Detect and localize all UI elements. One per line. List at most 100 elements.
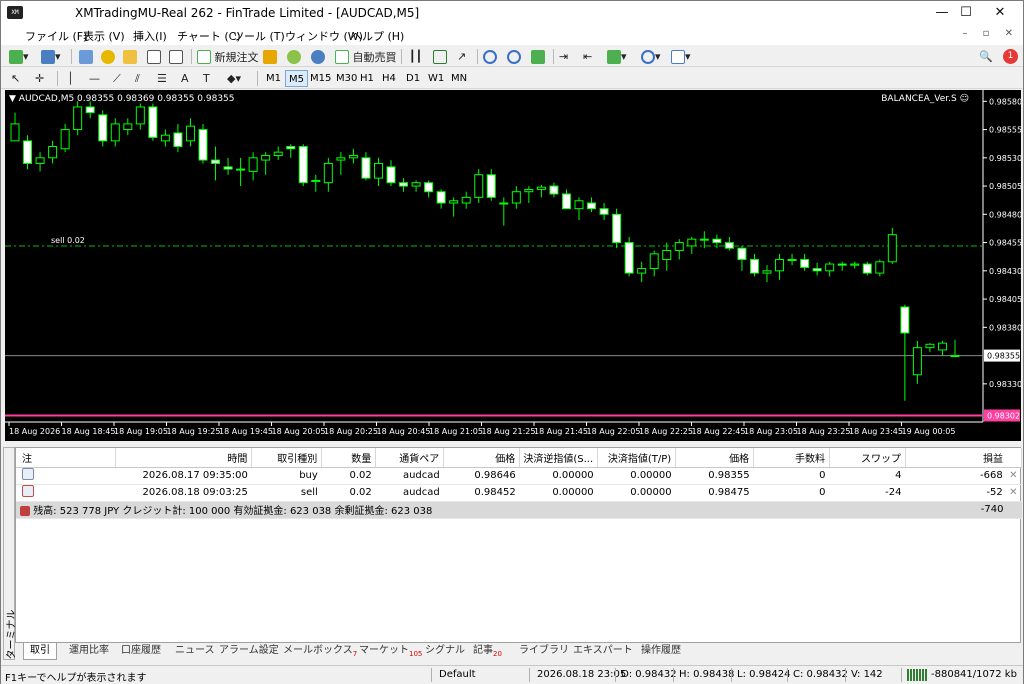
timeframe-h1[interactable]: H1 bbox=[357, 70, 377, 87]
close-order-icon[interactable]: ✕ bbox=[1009, 487, 1017, 498]
auto-trade-button[interactable]: 自動売買 bbox=[335, 48, 397, 65]
candlestick-icon[interactable] bbox=[433, 48, 447, 65]
horizontal-line-icon[interactable]: — bbox=[89, 70, 100, 87]
col-commission[interactable]: 手数料 bbox=[753, 448, 831, 468]
timeframe-h4[interactable]: H4 bbox=[379, 70, 399, 87]
col-cur-price[interactable]: 価格 bbox=[675, 448, 755, 468]
candle-body bbox=[123, 123, 133, 131]
bar-chart-icon[interactable]: ┃┃ bbox=[409, 48, 422, 65]
zoom-out-icon[interactable] bbox=[507, 48, 521, 65]
candle-body bbox=[587, 202, 597, 210]
candle-body bbox=[612, 213, 622, 244]
search-icon[interactable]: 🔍 bbox=[979, 48, 993, 65]
menu-help[interactable]: ヘルプ (H) bbox=[351, 28, 404, 44]
close-order-icon[interactable]: ✕ bbox=[1009, 470, 1017, 481]
tab-alerts[interactable]: アラーム設定 bbox=[213, 643, 285, 660]
tab-journal[interactable]: 操作履歴 bbox=[635, 643, 687, 660]
table-row[interactable]: 2026.08.17 09:35:00 buy 0.02 audcad 0.98… bbox=[16, 467, 1022, 485]
new-chart-icon[interactable]: ▾ bbox=[9, 48, 29, 65]
zoom-in-icon[interactable] bbox=[483, 48, 497, 65]
price-chart[interactable]: 0.98580 0.98555 0.98530 0.98505 0.98480 0.984… bbox=[5, 90, 1021, 441]
tab-library[interactable]: ライブラリ bbox=[513, 643, 575, 660]
terminal-icon[interactable] bbox=[147, 48, 161, 65]
market-watch-icon[interactable] bbox=[79, 48, 93, 65]
channel-icon[interactable]: ⫽ bbox=[135, 70, 140, 87]
navigator-icon[interactable] bbox=[123, 48, 137, 65]
col-order[interactable]: 注 bbox=[16, 448, 117, 468]
new-order-button[interactable]: 新規注文 bbox=[197, 48, 259, 65]
tab-experts[interactable]: エキスパート bbox=[567, 643, 639, 660]
trendline-icon[interactable]: ⟋ bbox=[113, 70, 121, 87]
status-help: F1キーでヘルプが表示されます bbox=[5, 673, 147, 684]
mdi-window-controls[interactable]: – ▫ ✕ bbox=[962, 28, 1019, 39]
crosshair-icon[interactable]: ✛ bbox=[35, 70, 44, 87]
menu-tools[interactable]: ツール (T) bbox=[233, 28, 285, 44]
cursor-icon[interactable]: ↖ bbox=[11, 70, 20, 87]
col-swap[interactable]: スワップ bbox=[829, 448, 906, 468]
timeframe-d1[interactable]: D1 bbox=[403, 70, 423, 87]
menu-file[interactable]: ファイル (F) bbox=[25, 28, 87, 44]
line-chart-icon[interactable]: ↗ bbox=[457, 48, 466, 65]
templates-icon[interactable]: ▾ bbox=[671, 48, 691, 65]
fibonacci-icon[interactable]: ☰ bbox=[157, 70, 167, 87]
strategy-tester-icon[interactable] bbox=[169, 48, 183, 65]
candle-body bbox=[474, 174, 484, 198]
sell-order-icon bbox=[22, 485, 34, 497]
menu-insert[interactable]: 挿入(I) bbox=[133, 28, 167, 44]
table-row[interactable]: 2026.08.18 09:03:25 sell 0.02 audcad 0.9… bbox=[16, 484, 1022, 502]
buy-order-icon bbox=[22, 468, 34, 480]
arrows-icon[interactable]: ◆▾ bbox=[227, 70, 241, 87]
candle-body bbox=[48, 146, 58, 159]
timeframe-m5[interactable]: M5 bbox=[285, 70, 308, 87]
candle-body bbox=[925, 343, 935, 349]
tab-exposure[interactable]: 運用比率 bbox=[63, 643, 115, 660]
close-button[interactable]: ✕ bbox=[977, 1, 1023, 25]
candle-body bbox=[787, 259, 797, 262]
signals-icon[interactable] bbox=[287, 48, 301, 65]
tile-windows-icon[interactable] bbox=[531, 48, 545, 65]
chart-canvas[interactable]: 0.98580 0.98555 0.98530 0.98505 0.98480 0.984… bbox=[5, 90, 1021, 441]
metaeditor-icon[interactable] bbox=[263, 48, 277, 65]
order-line-label: sell 0.02 bbox=[51, 236, 85, 245]
candle-body bbox=[637, 268, 647, 274]
tab-signals[interactable]: シグナル bbox=[419, 643, 471, 660]
col-symbol[interactable]: 通貨ペア bbox=[375, 448, 445, 468]
col-time[interactable]: 時間 bbox=[115, 448, 253, 468]
timeframe-m1[interactable]: M1 bbox=[263, 70, 284, 87]
auto-scroll-icon[interactable]: ⇥ bbox=[559, 48, 568, 65]
status-profile[interactable]: Default bbox=[439, 669, 476, 680]
col-price[interactable]: 価格 bbox=[443, 448, 521, 468]
indicators-icon[interactable]: ▾ bbox=[607, 48, 627, 65]
periods-icon[interactable]: ▾ bbox=[641, 48, 661, 65]
vertical-line-icon[interactable]: │ bbox=[67, 70, 74, 87]
price-tick-label: 0.98380 bbox=[989, 323, 1021, 332]
candle-body bbox=[85, 106, 95, 114]
tab-articles[interactable]: 記事20 bbox=[467, 643, 508, 660]
balance-icon bbox=[20, 506, 30, 516]
col-sl[interactable]: 決済逆指値(S... bbox=[519, 448, 599, 468]
candle-body bbox=[248, 157, 258, 172]
col-tp[interactable]: 決済指値(T/P) bbox=[597, 448, 677, 468]
col-profit[interactable]: 損益 bbox=[905, 448, 1023, 468]
balance-row: 残高: 523 778 JPY クレジット計: 100 000 有効証拠金: 6… bbox=[16, 501, 1022, 519]
data-window-icon[interactable] bbox=[101, 48, 115, 65]
tab-history[interactable]: 口座履歴 bbox=[115, 643, 167, 660]
tab-trade[interactable]: 取引 bbox=[23, 643, 57, 660]
profiles-icon[interactable]: ▾ bbox=[41, 48, 61, 65]
text-icon[interactable]: A bbox=[181, 70, 189, 87]
timeframe-m15[interactable]: M15 bbox=[307, 70, 334, 87]
chart-shift-icon[interactable]: ⇤ bbox=[583, 48, 592, 65]
tab-market[interactable]: マーケット105 bbox=[353, 643, 428, 660]
tab-mailbox[interactable]: メールボックス7 bbox=[277, 643, 363, 660]
price-tick-label: 0.98530 bbox=[989, 154, 1021, 163]
notifications-badge[interactable]: 1 bbox=[1003, 48, 1018, 65]
col-type[interactable]: 取引種別 bbox=[251, 448, 323, 468]
menu-view[interactable]: 表示 (V) bbox=[83, 28, 125, 44]
col-volume[interactable]: 数量 bbox=[321, 448, 377, 468]
timeframe-mn[interactable]: MN bbox=[448, 70, 470, 87]
menu-chart[interactable]: チャート (C) bbox=[177, 28, 241, 44]
timeframe-w1[interactable]: W1 bbox=[425, 70, 447, 87]
label-icon[interactable]: T bbox=[203, 70, 210, 87]
terminal-side-tab[interactable]: ターミナル bbox=[3, 447, 18, 660]
vps-icon[interactable] bbox=[311, 48, 325, 65]
